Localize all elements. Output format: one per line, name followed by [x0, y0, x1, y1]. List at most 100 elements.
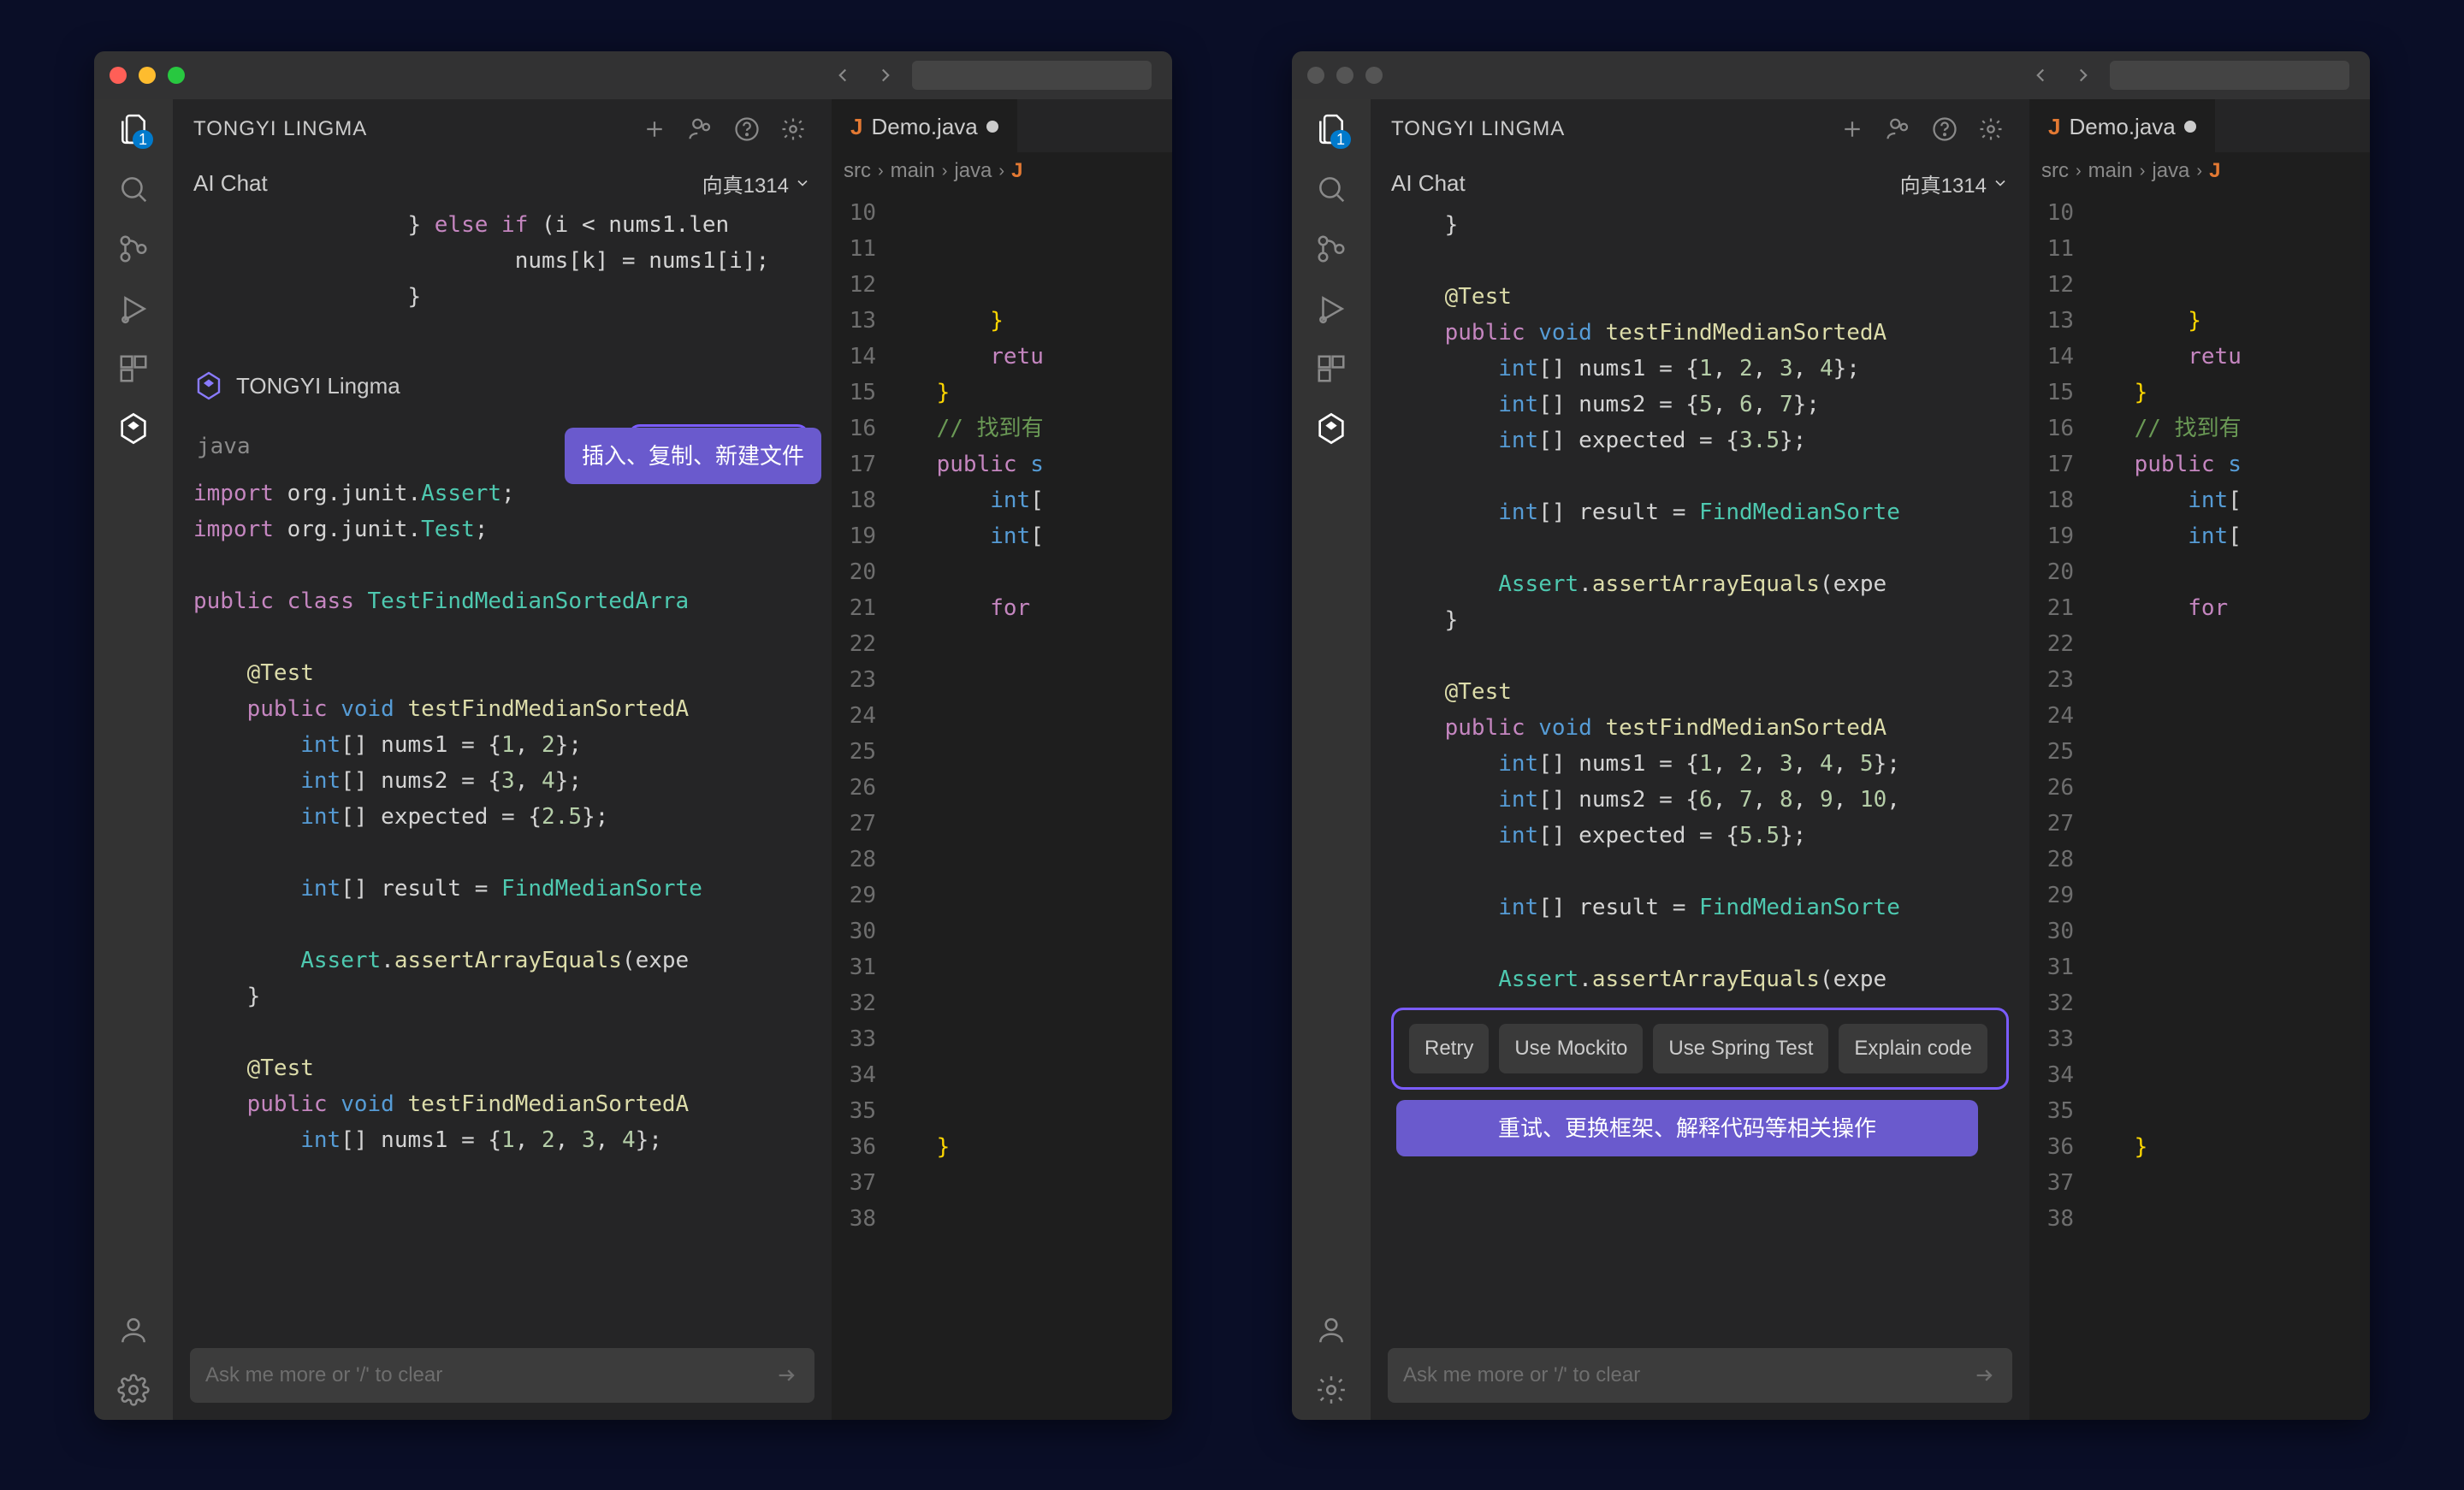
help-icon[interactable] [729, 113, 765, 145]
chat-content: } @Test public void testFindMedianSorted… [1371, 207, 2029, 1333]
new-chat-icon[interactable] [637, 113, 672, 145]
close-window-button[interactable] [110, 67, 127, 84]
chat-mode-label: AI Chat [193, 170, 702, 197]
chat-input[interactable]: Ask me more or '/' to clear [190, 1348, 814, 1403]
send-icon[interactable] [775, 1363, 799, 1387]
titlebar [1292, 51, 2370, 99]
ai-chat-panel: TONGYI LINGMA AI Chat 向真1314 } else if (… [173, 99, 832, 1420]
chat-mode-label: AI Chat [1391, 170, 1900, 197]
gear-icon[interactable] [775, 113, 811, 145]
traffic-lights [110, 67, 185, 84]
chevron-right-icon: › [2140, 162, 2146, 181]
chevron-down-icon [1992, 174, 2009, 192]
tongyi-lingma-icon[interactable] [1313, 411, 1349, 446]
breadcrumb-segment[interactable]: src [2041, 159, 2069, 183]
account-icon[interactable] [116, 1312, 151, 1348]
explorer-icon[interactable]: 1 [1313, 111, 1349, 147]
editor-tabs: J Demo.java [832, 99, 1172, 152]
send-icon[interactable] [1973, 1363, 1997, 1387]
explorer-badge: 1 [1330, 130, 1351, 149]
user-dropdown[interactable]: 向真1314 [1900, 169, 2009, 198]
feedback-icon[interactable] [683, 113, 719, 145]
suggestion-chip[interactable]: Retry [1409, 1024, 1489, 1073]
code-lang-label: java [197, 429, 618, 464]
chat-panel-header: TONGYI LINGMA [1371, 99, 2029, 159]
account-icon[interactable] [1313, 1312, 1349, 1348]
nav-forward-icon[interactable] [2067, 61, 2100, 90]
extensions-icon[interactable] [116, 351, 151, 387]
settings-gear-icon[interactable] [1313, 1372, 1349, 1408]
search-icon[interactable] [116, 171, 151, 207]
run-debug-icon[interactable] [116, 291, 151, 327]
command-search-bar[interactable] [912, 61, 1152, 90]
chat-input-placeholder: Ask me more or '/' to clear [205, 1363, 765, 1387]
ide-window-left: 1 [94, 51, 1172, 1420]
feedback-icon[interactable] [1881, 113, 1916, 145]
unsaved-dot-icon [2184, 121, 2196, 133]
suggestion-box: RetryUse MockitoUse Spring TestExplain c… [1391, 1008, 2009, 1090]
suggestion-chip[interactable]: Explain code [1839, 1024, 1987, 1073]
java-file-icon: J [2048, 114, 2060, 140]
editor-tab[interactable]: J Demo.java [2029, 99, 2215, 152]
breadcrumb[interactable]: src›main›java›J [2029, 152, 2370, 190]
titlebar [94, 51, 1172, 99]
maximize-window-button[interactable] [1365, 67, 1383, 84]
breadcrumb-segment[interactable]: src [844, 159, 871, 183]
minimize-window-button[interactable] [139, 67, 156, 84]
tab-filename: Demo.java [2069, 114, 2175, 140]
chat-panel-header: TONGYI LINGMA [173, 99, 832, 159]
nav-back-icon[interactable] [2024, 61, 2057, 90]
suggestion-chip[interactable]: Use Spring Test [1653, 1024, 1828, 1073]
editor-body[interactable]: 10 11 12 13 14 15 16 17 18 19 20 21 22 2… [832, 190, 1172, 1420]
source-control-icon[interactable] [1313, 231, 1349, 267]
close-window-button[interactable] [1307, 67, 1324, 84]
explorer-badge: 1 [133, 130, 153, 149]
panel-title: TONGYI LINGMA [193, 117, 626, 141]
user-dropdown[interactable]: 向真1314 [702, 169, 811, 198]
breadcrumb[interactable]: src›main›java›J [832, 152, 1172, 190]
java-file-icon: J [1011, 159, 1022, 183]
chat-subheader: AI Chat 向真1314 [1371, 159, 2029, 207]
search-icon[interactable] [1313, 171, 1349, 207]
chevron-right-icon: › [2196, 162, 2202, 181]
minimize-window-button[interactable] [1336, 67, 1353, 84]
nav-forward-icon[interactable] [869, 61, 902, 90]
breadcrumb-segment[interactable]: main [2088, 159, 2133, 183]
breadcrumb-segment[interactable]: java [954, 159, 992, 183]
command-search-bar[interactable] [2110, 61, 2349, 90]
toolbar-tooltip: 插入、复制、新建文件 [565, 428, 821, 484]
tongyi-lingma-icon[interactable] [116, 411, 151, 446]
new-chat-icon[interactable] [1834, 113, 1870, 145]
assistant-name: TONGYI Lingma [236, 368, 400, 404]
chevron-down-icon [794, 174, 811, 192]
ai-chat-panel: TONGYI LINGMA AI Chat 向真1314 } @Test pub… [1371, 99, 2029, 1420]
activity-bar: 1 [1292, 99, 1371, 1420]
chevron-right-icon: › [998, 162, 1004, 181]
suggestion-chip[interactable]: Use Mockito [1499, 1024, 1643, 1073]
run-debug-icon[interactable] [1313, 291, 1349, 327]
chat-input[interactable]: Ask me more or '/' to clear [1388, 1348, 2012, 1403]
line-gutter: 10 11 12 13 14 15 16 17 18 19 20 21 22 2… [2029, 190, 2081, 1420]
panel-title: TONGYI LINGMA [1391, 117, 1824, 141]
assistant-header: TONGYI Lingma [193, 351, 825, 414]
editor-area: J Demo.java src›main›java›J 10 11 12 13 … [2029, 99, 2370, 1420]
gear-icon[interactable] [1973, 113, 2009, 145]
chat-subheader: AI Chat 向真1314 [173, 159, 832, 207]
help-icon[interactable] [1927, 113, 1963, 145]
editor-code: } retu } // 找到有 public s int[ int[ for } [883, 190, 1172, 1420]
source-control-icon[interactable] [116, 231, 151, 267]
chevron-right-icon: › [878, 162, 884, 181]
editor-tab[interactable]: J Demo.java [832, 99, 1017, 152]
settings-gear-icon[interactable] [116, 1372, 151, 1408]
nav-back-icon[interactable] [826, 61, 859, 90]
editor-code: } retu } // 找到有 public s int[ int[ for } [2081, 190, 2370, 1420]
tab-filename: Demo.java [871, 114, 977, 140]
breadcrumb-segment[interactable]: java [2152, 159, 2189, 183]
editor-body[interactable]: 10 11 12 13 14 15 16 17 18 19 20 21 22 2… [2029, 190, 2370, 1420]
explorer-icon[interactable]: 1 [116, 111, 151, 147]
maximize-window-button[interactable] [168, 67, 185, 84]
extensions-icon[interactable] [1313, 351, 1349, 387]
assistant-logo-icon [193, 370, 224, 401]
java-file-icon: J [2209, 159, 2220, 183]
breadcrumb-segment[interactable]: main [891, 159, 935, 183]
